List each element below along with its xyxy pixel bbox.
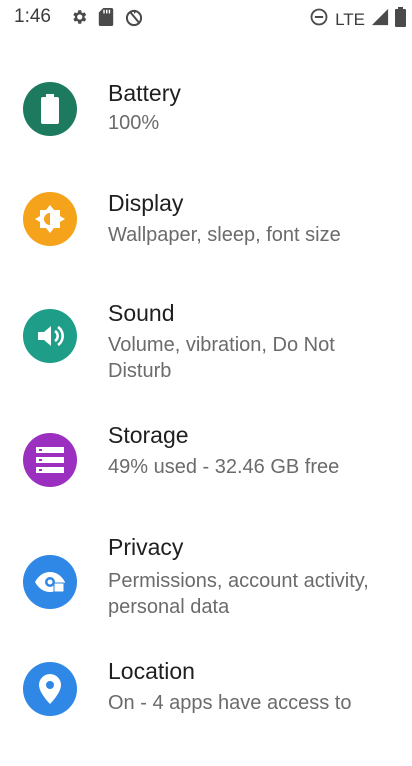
settings-item-location[interactable]: Location On - 4 apps have access to (0, 656, 412, 766)
no-sync-icon (124, 8, 144, 33)
settings-item-privacy[interactable]: Privacy Permissions, account activity, p… (0, 526, 412, 656)
settings-item-title: Storage (108, 422, 189, 448)
settings-item-subtitle: Permissions, account activity, personal … (108, 570, 369, 618)
settings-item-subtitle: Volume, vibration, Do Not Disturb (108, 334, 335, 382)
status-right-icons: LTE (309, 7, 406, 32)
settings-item-title: Location (108, 658, 195, 684)
battery-icon (23, 82, 77, 136)
status-bar: 1:46 LTE (0, 0, 412, 36)
settings-item-subtitle: Wallpaper, sleep, font size (108, 224, 341, 246)
signal-icon (371, 8, 389, 31)
settings-item-sound[interactable]: Sound Volume, vibration, Do Not Disturb (0, 292, 412, 414)
eye-icon (23, 555, 77, 609)
settings-item-subtitle: 49% used - 32.46 GB free (108, 456, 340, 478)
settings-item-display[interactable]: Display Wallpaper, sleep, font size (0, 182, 412, 292)
do-not-disturb-icon (309, 7, 329, 32)
battery-icon (395, 7, 406, 32)
settings-gear-icon (70, 8, 88, 33)
sd-card-icon (98, 8, 114, 33)
volume-icon (23, 309, 77, 363)
status-time: 1:46 (14, 6, 51, 27)
settings-item-subtitle: 100% (108, 112, 160, 134)
settings-item-title: Display (108, 190, 184, 216)
status-left-icons (70, 8, 144, 33)
network-type: LTE (335, 9, 365, 29)
settings-item-title: Sound (108, 300, 175, 326)
brightness-icon (23, 192, 77, 246)
storage-icon (23, 433, 77, 487)
settings-item-title: Battery (108, 80, 181, 106)
settings-item-storage[interactable]: Storage 49% used - 32.46 GB free (0, 414, 412, 526)
settings-item-subtitle: On - 4 apps have access to (108, 692, 352, 714)
location-pin-icon (23, 662, 77, 716)
settings-item-battery[interactable]: Battery 100% (0, 72, 412, 182)
settings-item-title: Privacy (108, 534, 184, 560)
